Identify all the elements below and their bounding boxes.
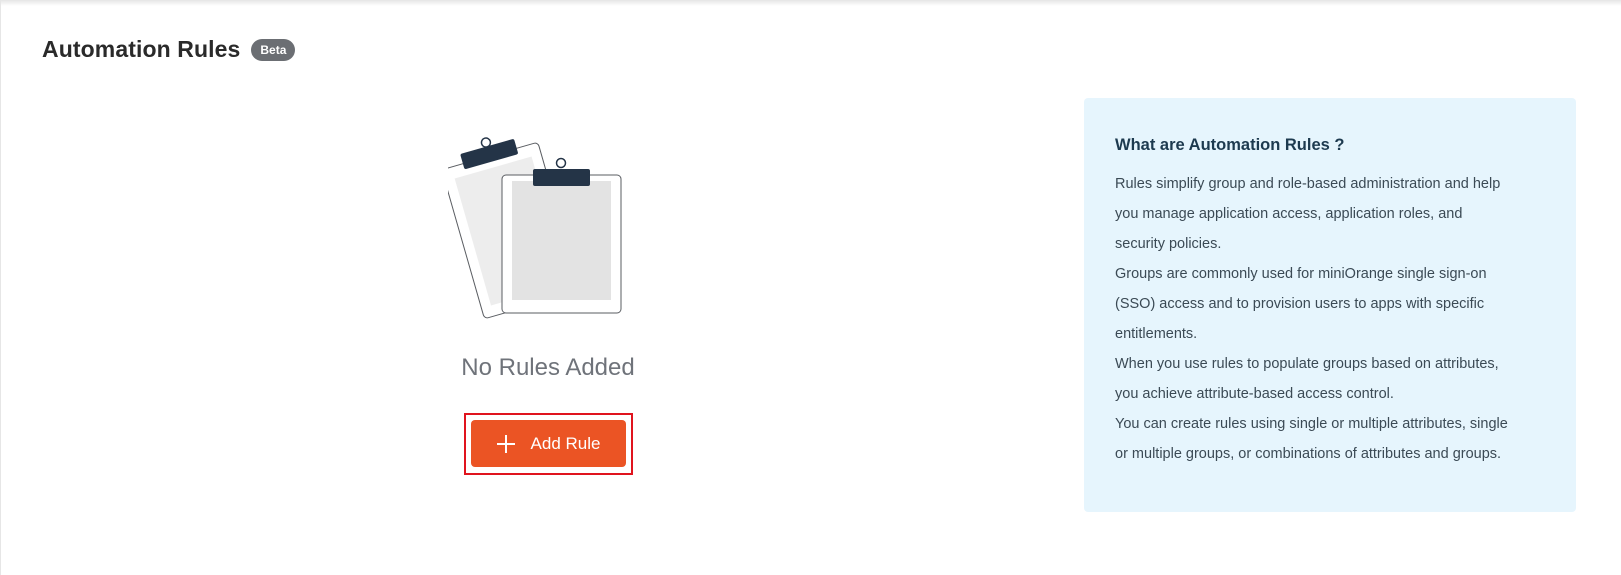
info-line: Groups are commonly used for miniOrange … xyxy=(1115,266,1487,282)
info-line: entitlements. xyxy=(1115,326,1198,342)
info-line: you achieve attribute-based access contr… xyxy=(1115,386,1394,402)
empty-state-title: No Rules Added xyxy=(461,354,635,381)
info-line: security policies. xyxy=(1115,236,1222,252)
info-panel-title: What are Automation Rules ? xyxy=(1115,136,1345,154)
info-panel: What are Automation Rules ? Rules simpli… xyxy=(1084,98,1576,512)
info-line: you manage application access, applicati… xyxy=(1115,206,1463,222)
info-line: You can create rules using single or mul… xyxy=(1115,416,1508,432)
info-line: (SSO) access and to provision users to a… xyxy=(1115,296,1485,312)
plus-icon xyxy=(496,434,515,453)
top-shadow xyxy=(1,0,1621,6)
page-header: Automation Rules Beta xyxy=(42,36,296,63)
info-line: When you use rules to populate groups ba… xyxy=(1115,356,1499,372)
automation-rules-page: Automation Rules Beta No Rules Added Add… xyxy=(0,0,1621,575)
add-rule-button[interactable]: Add Rule xyxy=(471,420,626,467)
beta-badge: Beta xyxy=(251,38,296,61)
info-line: or multiple groups, or combinations of a… xyxy=(1115,446,1502,462)
clipboards-illustration xyxy=(448,137,622,319)
add-rule-label: Add Rule xyxy=(530,433,601,453)
info-line: Rules simplify group and role-based admi… xyxy=(1115,176,1501,192)
page-title: Automation Rules xyxy=(42,36,241,62)
